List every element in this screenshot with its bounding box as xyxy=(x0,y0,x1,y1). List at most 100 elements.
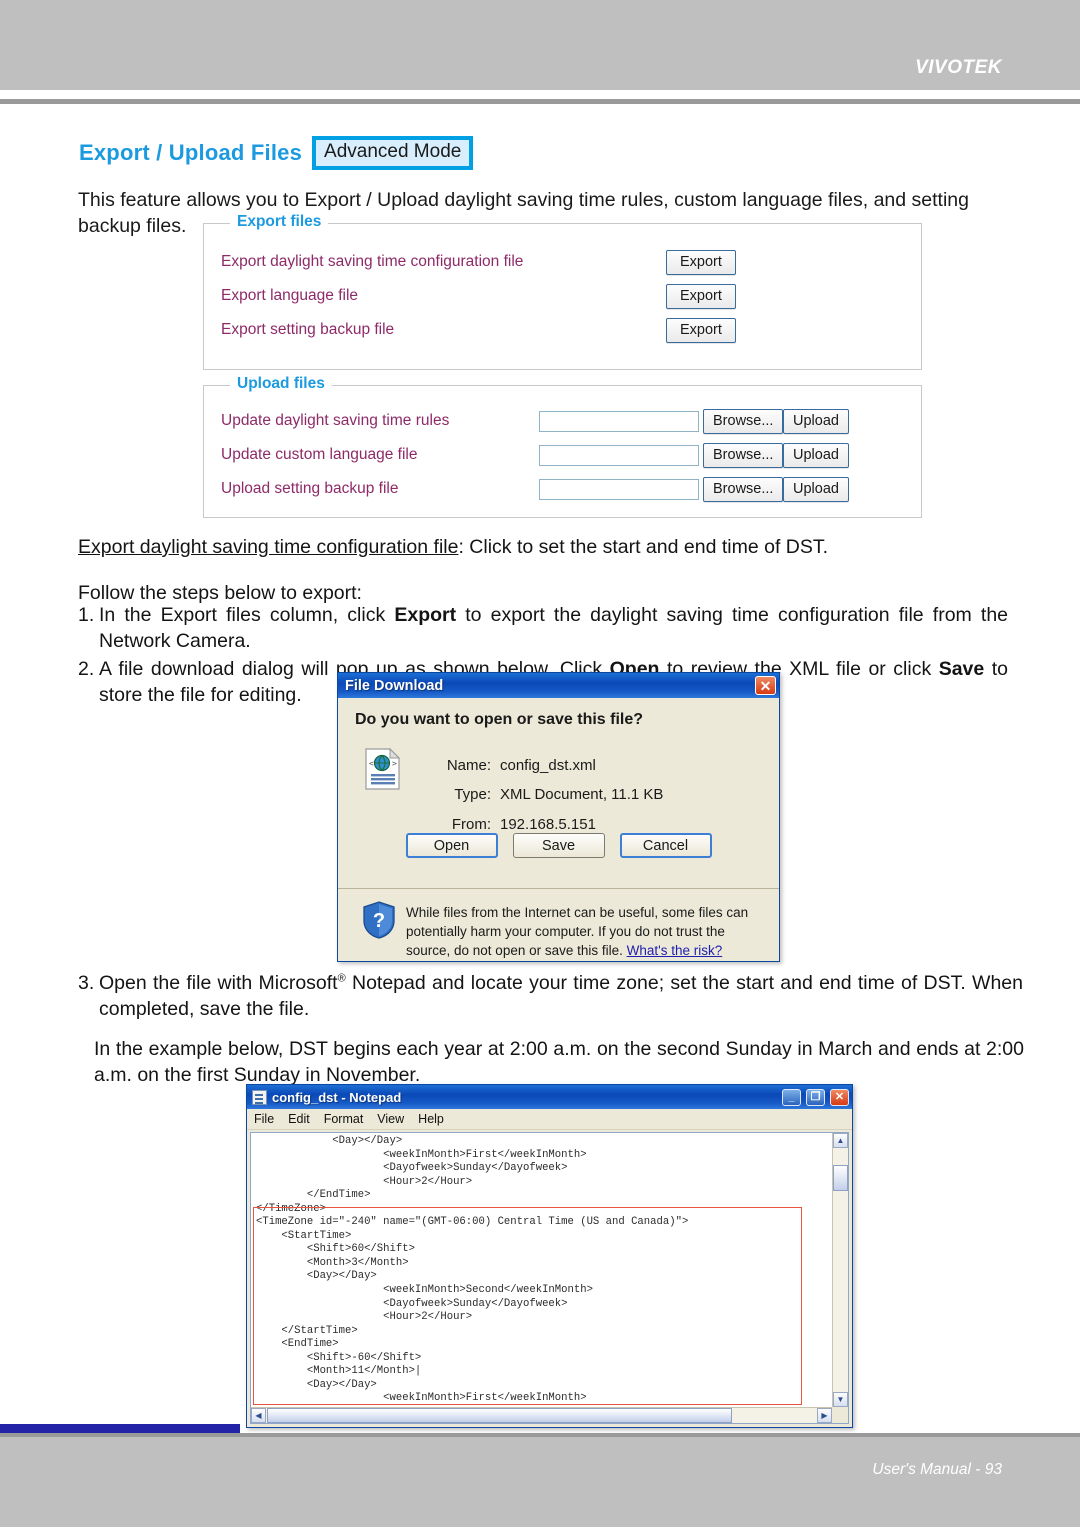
scroll-right-icon[interactable]: ▶ xyxy=(817,1408,832,1423)
step-3-number: 3. xyxy=(78,972,95,994)
page-header: VIVOTEK xyxy=(0,0,1080,90)
file-dialog-fields: Name: config_dst.xml Type: XML Document, 1… xyxy=(443,751,664,839)
svg-text:<: < xyxy=(369,759,374,768)
registered-mark: ® xyxy=(337,972,346,985)
upload-backup-input[interactable] xyxy=(539,478,699,500)
scroll-up-icon[interactable]: ▲ xyxy=(833,1133,848,1148)
file-dialog-titlebar: File Download ✕ xyxy=(338,673,779,698)
file-dialog-field-type: Type: XML Document, 11.1 KB xyxy=(443,780,663,809)
step-2-number: 2. xyxy=(78,657,95,680)
menu-edit[interactable]: Edit xyxy=(288,1112,310,1126)
close-icon[interactable]: ✕ xyxy=(830,1088,849,1106)
horizontal-scrollbar[interactable]: ◀ ▶ xyxy=(251,1407,832,1423)
save-button[interactable]: Save xyxy=(512,833,605,858)
step-1-bold-export: Export xyxy=(394,604,457,626)
notepad-menubar: File Edit Format View Help xyxy=(247,1109,852,1130)
header-divider xyxy=(0,99,1080,104)
file-download-dialog: File Download ✕ Do you want to open or s… xyxy=(337,672,780,962)
file-dialog-separator xyxy=(338,888,779,889)
file-type-value: XML Document, 11.1 KB xyxy=(500,786,664,804)
vivotek-logo: VIVOTEK xyxy=(915,57,1002,78)
scroll-down-icon[interactable]: ▼ xyxy=(833,1392,848,1407)
file-dialog-warning: While files from the Internet can be use… xyxy=(406,903,761,960)
file-dialog-field-name: Name: config_dst.xml xyxy=(443,751,663,780)
svg-text:?: ? xyxy=(373,910,385,932)
scrollbar-corner xyxy=(832,1407,848,1423)
close-icon[interactable]: ✕ xyxy=(755,676,776,695)
page-footer: User's Manual - 93 xyxy=(0,1437,1080,1527)
step-1-part-a: In the Export files column, click xyxy=(99,604,395,626)
export-backup-button[interactable]: Export xyxy=(666,317,736,343)
export-row-language: Export language file Export xyxy=(221,283,911,309)
advanced-mode-badge[interactable]: Advanced Mode xyxy=(312,136,474,170)
title-row: Export / Upload Files Advanced Mode xyxy=(79,136,474,170)
footer-accent-bar xyxy=(0,1424,240,1433)
file-dialog-title: File Download xyxy=(345,677,444,694)
upload-backup-label: Upload setting backup file xyxy=(221,480,399,497)
file-name-value: config_dst.xml xyxy=(500,757,596,774)
upload-dst-browse-button[interactable]: Browse... xyxy=(703,408,784,434)
upload-files-legend: Upload files xyxy=(230,375,332,393)
file-type-key: Type: xyxy=(454,786,491,804)
upload-row-dst: Update daylight saving time rules Browse… xyxy=(221,408,911,434)
whats-the-risk-link[interactable]: What's the risk? xyxy=(627,943,723,958)
export-language-button[interactable]: Export xyxy=(666,283,736,309)
export-row-backup: Export setting backup file Export xyxy=(221,317,911,343)
step-1-text: In the Export files column, click Export… xyxy=(99,603,1008,655)
upload-files-panel: Upload files Update daylight saving time… xyxy=(203,375,922,518)
step-1-number: 1. xyxy=(78,604,95,626)
file-from-value: 192.168.5.151 xyxy=(500,815,596,833)
step-3: 3. Open the file with Microsoft® Notepad… xyxy=(78,971,1023,1023)
notepad-text-area[interactable]: <Day></Day> <weekInMonth>First</weekInMo… xyxy=(250,1132,849,1424)
upload-dst-input[interactable] xyxy=(539,410,699,432)
notepad-title: config_dst - Notepad xyxy=(272,1089,402,1105)
shield-question-icon: ? xyxy=(363,901,395,939)
file-dialog-buttons: Open Save Cancel xyxy=(338,833,779,858)
menu-file[interactable]: File xyxy=(254,1112,274,1126)
scroll-left-icon[interactable]: ◀ xyxy=(251,1408,266,1423)
export-dst-button[interactable]: Export xyxy=(666,249,736,275)
upload-backup-browse-button[interactable]: Browse... xyxy=(703,476,784,502)
export-dst-label: Export daylight saving time configuratio… xyxy=(221,253,524,270)
export-files-panel: Export files Export daylight saving time… xyxy=(203,213,922,370)
notepad-xml-content: <Day></Day> <weekInMonth>First</weekInMo… xyxy=(256,1135,689,1405)
step-3-text: Open the file with Microsoft® Notepad an… xyxy=(99,971,1023,1023)
notepad-app-icon xyxy=(252,1089,267,1105)
step-2-bold-save: Save xyxy=(938,657,985,680)
menu-view[interactable]: View xyxy=(377,1112,404,1126)
maximize-icon[interactable]: ❐ xyxy=(806,1088,825,1106)
page-title: Export / Upload Files xyxy=(79,139,303,165)
file-name-key: Name: xyxy=(446,757,491,774)
export-backup-label: Export setting backup file xyxy=(221,321,395,338)
file-dialog-question: Do you want to open or save this file? xyxy=(355,711,644,728)
xml-document-icon: < > xyxy=(365,748,401,790)
open-button[interactable]: Open xyxy=(405,833,498,858)
export-row-dst: Export daylight saving time configuratio… xyxy=(221,249,911,275)
dst-description-link[interactable]: Export daylight saving time configuratio… xyxy=(78,536,458,558)
upload-row-backup: Upload setting backup file Browse... Upl… xyxy=(221,476,911,502)
notepad-titlebar: config_dst - Notepad _ ❐ ✕ xyxy=(247,1085,852,1109)
upload-dst-label: Update daylight saving time rules xyxy=(221,412,450,429)
upload-language-browse-button[interactable]: Browse... xyxy=(703,442,784,468)
upload-row-language: Update custom language file Browse... Up… xyxy=(221,442,911,468)
vertical-scrollbar[interactable]: ▲ ▼ xyxy=(832,1133,848,1407)
upload-dst-upload-button[interactable]: Upload xyxy=(783,408,849,434)
dst-description-rest: : Click to set the start and end time of… xyxy=(458,536,829,558)
upload-language-label: Update custom language file xyxy=(221,446,418,463)
footer-page-label: User's Manual - 93 xyxy=(872,1461,1002,1478)
step-3-block: 3. Open the file with Microsoft® Notepad… xyxy=(78,971,1023,1023)
upload-language-input[interactable] xyxy=(539,444,699,466)
upload-backup-upload-button[interactable]: Upload xyxy=(783,476,849,502)
menu-format[interactable]: Format xyxy=(324,1112,364,1126)
upload-language-upload-button[interactable]: Upload xyxy=(783,442,849,468)
svg-text:>: > xyxy=(392,759,397,768)
cancel-button[interactable]: Cancel xyxy=(619,833,712,858)
example-paragraph: In the example below, DST begins each ye… xyxy=(94,1038,1024,1086)
step-1: 1. In the Export files column, click Exp… xyxy=(78,603,1008,655)
vertical-scroll-thumb[interactable] xyxy=(833,1165,848,1191)
export-files-legend: Export files xyxy=(230,213,329,231)
export-language-label: Export language file xyxy=(221,287,359,304)
horizontal-scroll-thumb[interactable] xyxy=(267,1408,732,1423)
minimize-icon[interactable]: _ xyxy=(782,1088,801,1106)
menu-help[interactable]: Help xyxy=(418,1112,444,1126)
